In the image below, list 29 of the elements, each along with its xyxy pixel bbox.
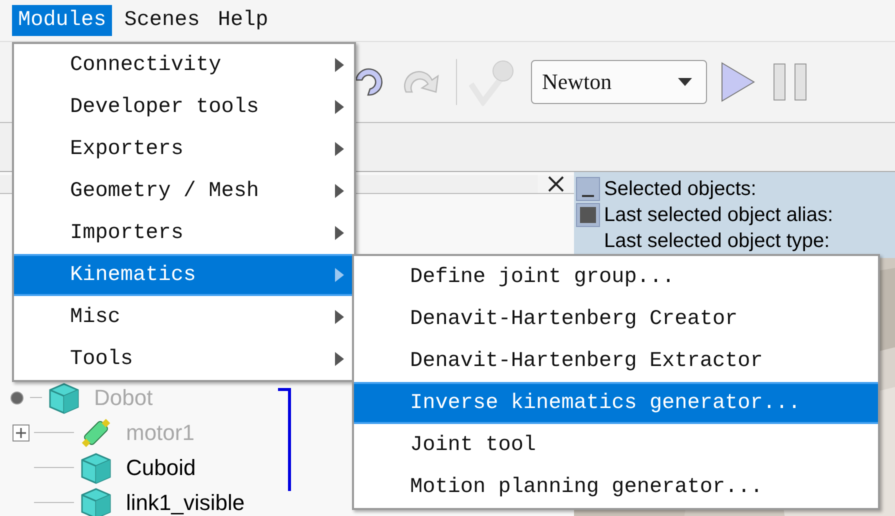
menu-item[interactable]: Denavit-Hartenberg Extractor bbox=[354, 340, 878, 382]
info-text: Last selected object alias: bbox=[604, 204, 834, 226]
engine-dropdown[interactable]: Newton bbox=[531, 60, 707, 104]
menu-item[interactable]: Motion planning generator... bbox=[354, 466, 878, 508]
menu-item[interactable]: Connectivity bbox=[14, 44, 354, 86]
close-button[interactable] bbox=[538, 175, 574, 193]
menu-item[interactable]: Geometry / Mesh bbox=[14, 170, 354, 212]
menu-item[interactable]: Importers bbox=[14, 212, 354, 254]
menu-item[interactable]: Inverse kinematics generator... bbox=[354, 382, 878, 424]
minimize-button[interactable] bbox=[576, 177, 600, 201]
close-icon bbox=[547, 175, 565, 193]
stop-button[interactable] bbox=[576, 203, 600, 227]
info-text: Last selected object type: bbox=[604, 230, 830, 252]
menu-item[interactable]: Developer tools bbox=[14, 86, 354, 128]
minimize-icon bbox=[582, 195, 594, 197]
menu-bar-item[interactable]: Scenes bbox=[118, 5, 206, 36]
menu-bar-item[interactable]: Modules bbox=[12, 5, 112, 36]
caret-icon bbox=[678, 78, 692, 86]
stop-icon bbox=[580, 207, 596, 223]
info-text: Selected objects: bbox=[604, 178, 756, 200]
menu-item[interactable]: Define joint group... bbox=[354, 256, 878, 298]
menu-item[interactable]: Joint tool bbox=[354, 424, 878, 466]
menu-item[interactable]: Misc bbox=[14, 296, 354, 338]
model-dot-icon bbox=[8, 388, 26, 406]
menu-bar-item[interactable]: Help bbox=[212, 5, 274, 36]
menu-item[interactable]: Tools bbox=[14, 338, 354, 380]
menu-item[interactable]: Kinematics bbox=[14, 254, 354, 296]
menu-item[interactable]: Exporters bbox=[14, 128, 354, 170]
menu-item[interactable]: Denavit-Hartenberg Creator bbox=[354, 298, 878, 340]
